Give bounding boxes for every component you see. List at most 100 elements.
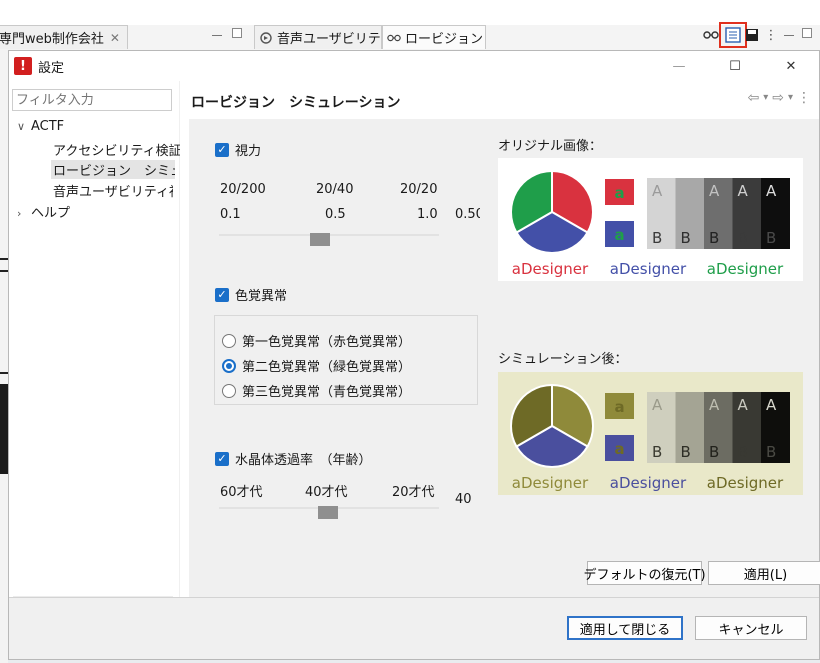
- back-arrow-icon[interactable]: ⇦: [747, 90, 759, 106]
- workbench-title-area: [0, 0, 820, 25]
- logo-text: aDesigner: [512, 474, 589, 492]
- chevron-right-icon[interactable]: ›: [17, 207, 31, 220]
- grey-step-letter: B: [652, 443, 662, 461]
- tree-item-voice-usability[interactable]: 音声ユーザビリティ視: [53, 181, 173, 200]
- chevron-down-icon[interactable]: ∨: [17, 120, 31, 133]
- grey-step-letter: B: [709, 229, 719, 247]
- checkbox-check-icon: ✓: [215, 142, 229, 157]
- dialog-titlebar[interactable]: ! 設定 — ☐ ✕: [9, 51, 819, 81]
- grey-step-letter: A: [681, 182, 692, 200]
- tree-item-accessibility-check[interactable]: アクセシビリティ検証: [53, 140, 182, 159]
- apply-button[interactable]: 適用(L): [708, 561, 820, 585]
- lens-label: 水晶体透過率 （年齢）: [235, 453, 372, 468]
- radio-label: 第一色覚異常（赤色覚異常）: [242, 335, 412, 350]
- logo-text: aDesigner: [707, 474, 784, 492]
- close-button[interactable]: ✕: [763, 51, 819, 81]
- lens-checkbox[interactable]: ✓ 水晶体透過率 （年齢）: [215, 449, 372, 468]
- more-icon[interactable]: ⋮: [797, 90, 811, 106]
- tree-item-actf[interactable]: ∨ ACTF: [17, 119, 64, 134]
- apply-and-close-button[interactable]: 適用して閉じる: [567, 616, 683, 640]
- settings-body: ✓ 視力 20/200 20/40 20/20 0.1 0.5 1.0 0.50…: [189, 119, 820, 597]
- color-checkbox[interactable]: ✓ 色覚異常: [215, 285, 287, 304]
- preferences-dialog: ! 設定 — ☐ ✕ ∨ACTF アクセシビリティ検証 ロービジョン シミュレ …: [8, 50, 820, 660]
- grey-step-letter: B: [766, 229, 776, 247]
- back-menu-icon[interactable]: ▾: [763, 92, 768, 106]
- grey-step-letter: A: [766, 182, 777, 200]
- vision-tick-bottom: 0.1: [220, 207, 241, 222]
- preference-page: ロービジョン シミュレーション ⇦ ▾ ⇨ ▾ ⋮ ✓ 視力 20/200 20…: [180, 81, 820, 597]
- app-icon: !: [14, 57, 32, 75]
- cancel-button[interactable]: キャンセル: [695, 616, 807, 640]
- tree-item-label: ヘルプ: [31, 206, 71, 221]
- filter-input[interactable]: [12, 89, 172, 111]
- vision-checkbox[interactable]: ✓ 視力: [215, 140, 261, 159]
- preferences-tree-panel: ∨ACTF アクセシビリティ検証 ロービジョン シミュレ 音声ユーザビリティ視 …: [9, 81, 182, 597]
- lens-tick: 20才代: [392, 485, 435, 500]
- grey-step-letter: B: [738, 229, 748, 247]
- tab-low-vision[interactable]: ロービジョン ✕: [382, 25, 486, 49]
- logo-text: aDesigner: [610, 260, 687, 278]
- tree-item-label: ロービジョン シミュレ: [53, 164, 175, 179]
- edge-mark: [0, 270, 8, 272]
- workbench-left-edge: [0, 50, 8, 663]
- edge-block: [0, 384, 8, 474]
- checkbox-check-icon: ✓: [215, 451, 229, 466]
- vision-tick-top: 20/20: [400, 182, 438, 197]
- glasses-icon[interactable]: [702, 26, 720, 44]
- speaker-icon: [259, 31, 273, 45]
- logo-text: aDesigner: [610, 474, 687, 492]
- tab-voice-usability[interactable]: 音声ユーザビリティ: [254, 25, 382, 49]
- forward-menu-icon[interactable]: ▾: [788, 92, 793, 106]
- lens-tick: 40才代: [305, 485, 348, 500]
- original-image-title: オリジナル画像：: [498, 139, 603, 154]
- tab-label: 音声ユーザビリティ: [277, 32, 382, 47]
- save-icon[interactable]: [743, 26, 761, 44]
- vision-value: 0.50: [455, 207, 480, 222]
- radio-tritanopia[interactable]: 第三色覚異常（青色覚異常）: [222, 381, 411, 400]
- color-label: 色覚異常: [235, 289, 288, 304]
- grey-step-letter: A: [652, 396, 663, 414]
- tree-item-low-vision[interactable]: ロービジョン シミュレ: [51, 160, 175, 179]
- view-menu-icon[interactable]: ⋮: [762, 26, 780, 44]
- tab-label: 専門web制作会社: [0, 32, 104, 47]
- vision-tick-bottom: 1.0: [417, 207, 438, 222]
- grey-step-letter: A: [652, 182, 663, 200]
- minimize-button[interactable]: —: [651, 51, 707, 81]
- swatch-letter: a: [614, 184, 624, 202]
- grey-step-letter: A: [766, 396, 777, 414]
- close-icon[interactable]: ✕: [110, 31, 120, 45]
- radio-deuteranopia[interactable]: 第二色覚異常（緑色覚異常）: [222, 356, 411, 375]
- grey-step-letter: B: [652, 229, 662, 247]
- restore-defaults-button[interactable]: デフォルトの復元(T): [583, 561, 706, 585]
- logo-text: aDesigner: [707, 260, 784, 278]
- page-title: ロービジョン シミュレーション: [191, 95, 401, 111]
- radio-icon: [222, 383, 236, 398]
- radio-label: 第二色覚異常（緑色覚異常）: [242, 360, 412, 375]
- grey-step-letter: A: [709, 182, 720, 200]
- logo-text: aDesigner: [512, 260, 589, 278]
- maximize-button[interactable]: ☐: [707, 51, 763, 81]
- tree-item-label: ACTF: [31, 119, 65, 134]
- checkbox-check-icon: ✓: [215, 287, 229, 302]
- vision-slider-thumb[interactable]: [310, 233, 330, 246]
- minimize-view-icon[interactable]: [784, 33, 794, 36]
- simulated-image: a a A B A B A B A B A BaDesigner aDesigner aDesigner: [498, 372, 803, 495]
- editor-tab-web-company[interactable]: 専門web制作会社 ✕: [0, 25, 128, 49]
- tree-item-help[interactable]: › ヘルプ: [17, 202, 70, 221]
- radio-protanopia[interactable]: 第一色覚異常（赤色覚異常）: [222, 331, 411, 350]
- maximize-view-icon[interactable]: [802, 28, 812, 38]
- minimize-view-icon[interactable]: [212, 33, 222, 36]
- dialog-footer: 適用して閉じる キャンセル: [9, 598, 819, 659]
- lens-slider-thumb[interactable]: [318, 506, 338, 519]
- lens-value: 40: [455, 492, 472, 507]
- vision-tick-top: 20/200: [220, 182, 266, 197]
- forward-arrow-icon[interactable]: ⇨: [772, 90, 784, 106]
- vision-tick-bottom: 0.5: [325, 207, 346, 222]
- swatch-letter: a: [614, 226, 624, 244]
- maximize-view-icon[interactable]: [232, 28, 242, 38]
- grey-step-letter: A: [709, 396, 720, 414]
- lens-tick: 60才代: [220, 485, 263, 500]
- tree-item-label: アクセシビリティ検証: [53, 144, 182, 159]
- simulated-image-title: シミュレーション後：: [498, 352, 628, 367]
- grey-step-letter: B: [766, 443, 776, 461]
